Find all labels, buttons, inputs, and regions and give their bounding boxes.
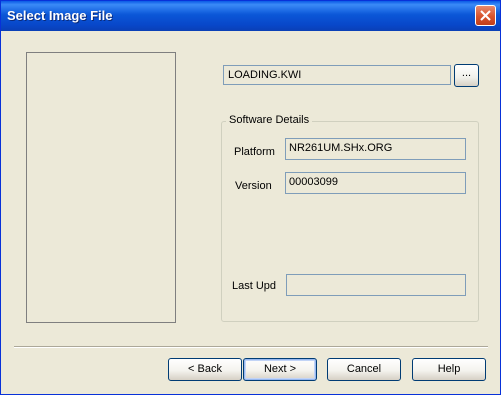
version-label: Version bbox=[235, 180, 272, 192]
browse-button[interactable]: ... bbox=[454, 64, 479, 87]
close-button[interactable] bbox=[475, 5, 496, 26]
footer-separator bbox=[14, 346, 488, 348]
image-preview-panel bbox=[26, 52, 176, 323]
help-button[interactable]: Help bbox=[412, 358, 486, 381]
last-upd-label: Last Upd bbox=[232, 280, 277, 292]
close-icon bbox=[480, 10, 491, 21]
version-field: 00003099 bbox=[285, 172, 466, 194]
next-button[interactable]: Next > bbox=[243, 358, 317, 381]
select-image-file-dialog: Select Image File LOADING.KWI ... Softwa… bbox=[0, 0, 501, 395]
title-bar[interactable]: Select Image File bbox=[1, 1, 500, 31]
last-upd-field bbox=[286, 274, 466, 296]
image-file-path-field[interactable]: LOADING.KWI bbox=[223, 65, 451, 85]
back-button[interactable]: < Back bbox=[168, 358, 242, 381]
cancel-button[interactable]: Cancel bbox=[327, 358, 401, 381]
platform-label: Platform bbox=[234, 146, 275, 158]
window-title: Select Image File bbox=[7, 8, 113, 23]
software-details-legend: Software Details bbox=[226, 114, 313, 126]
platform-field: NR261UM.SHx.ORG bbox=[285, 138, 466, 160]
